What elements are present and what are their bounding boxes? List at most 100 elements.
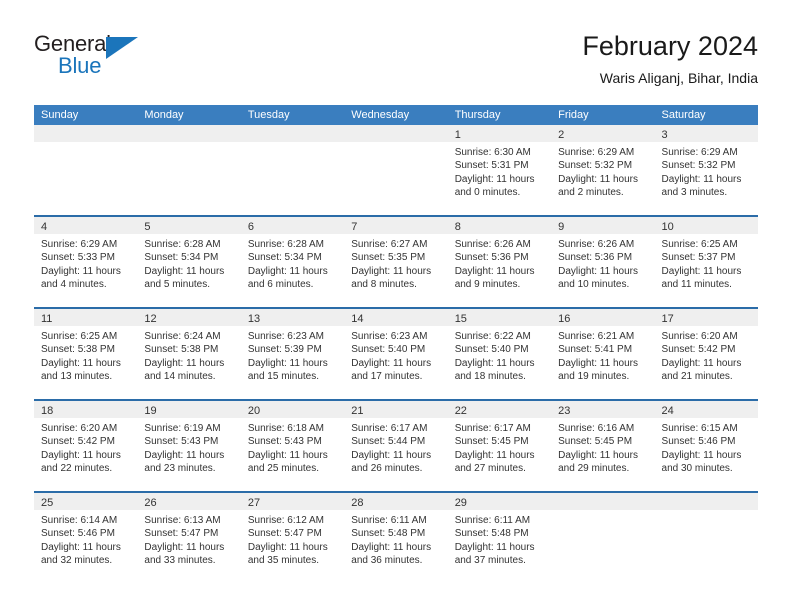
day-cell[interactable]: 28 Sunrise: 6:11 AM Sunset: 5:48 PM Dayl… (344, 493, 448, 583)
daylight-text-line2: and 15 minutes. (247, 371, 320, 383)
day-cell[interactable]: 7 Sunrise: 6:27 AM Sunset: 5:35 PM Dayli… (344, 217, 448, 307)
date-number: 5 (144, 221, 151, 233)
day-cell[interactable]: 14 Sunrise: 6:23 AM Sunset: 5:40 PM Dayl… (344, 309, 448, 399)
day-info (344, 142, 447, 146)
daylight-text-line2: and 17 minutes. (351, 371, 423, 383)
day-cell[interactable] (137, 125, 241, 215)
date-number: 11 (41, 313, 53, 325)
day-cell[interactable]: 9 Sunrise: 6:26 AM Sunset: 5:36 PM Dayli… (551, 217, 655, 307)
day-cell[interactable]: 3 Sunrise: 6:29 AM Sunset: 5:32 PM Dayli… (654, 125, 758, 215)
daylight-text-line1: Daylight: 11 hours (247, 449, 328, 461)
sunset-text: Sunset: 5:38 PM (41, 344, 115, 356)
sunset-text: Sunset: 5:45 PM (558, 436, 633, 448)
day-cell[interactable] (240, 125, 345, 215)
date-number: 14 (351, 313, 364, 325)
day-cell[interactable]: 27 Sunrise: 6:12 AM Sunset: 5:47 PM Dayl… (240, 493, 345, 583)
day-info: Sunrise: 6:17 AM Sunset: 5:45 PM Dayligh… (448, 418, 551, 476)
date-number: 7 (351, 221, 358, 233)
day-cell[interactable]: 24 Sunrise: 6:15 AM Sunset: 5:46 PM Dayl… (654, 401, 758, 491)
daylight-text-line2: and 21 minutes. (661, 371, 733, 383)
day-cell[interactable] (344, 125, 448, 215)
day-info: Sunrise: 6:22 AM Sunset: 5:40 PM Dayligh… (448, 326, 551, 384)
date-strip (551, 493, 655, 510)
sunrise-text: Sunrise: 6:20 AM (661, 331, 738, 342)
day-cell[interactable]: 11 Sunrise: 6:25 AM Sunset: 5:38 PM Dayl… (34, 309, 138, 399)
date-strip (344, 125, 448, 142)
general-blue-logo[interactable]: General Blue (34, 32, 144, 84)
date-strip: 28 (344, 493, 448, 510)
daylight-text-line1: Daylight: 11 hours (351, 449, 432, 461)
sunrise-text: Sunrise: 6:13 AM (144, 515, 221, 526)
date-number: 12 (144, 313, 157, 325)
daylight-text-line2: and 3 minutes. (661, 187, 728, 199)
day-info: Sunrise: 6:28 AM Sunset: 5:34 PM Dayligh… (241, 234, 344, 292)
date-strip (137, 125, 241, 142)
day-cell[interactable]: 22 Sunrise: 6:17 AM Sunset: 5:45 PM Dayl… (447, 401, 552, 491)
day-cell[interactable] (34, 125, 138, 215)
day-cell[interactable]: 20 Sunrise: 6:18 AM Sunset: 5:43 PM Dayl… (240, 401, 345, 491)
day-cell[interactable]: 1 Sunrise: 6:30 AM Sunset: 5:31 PM Dayli… (447, 125, 552, 215)
day-cell[interactable]: 26 Sunrise: 6:13 AM Sunset: 5:47 PM Dayl… (137, 493, 241, 583)
date-strip: 29 (447, 493, 552, 510)
sunset-text: Sunset: 5:33 PM (41, 252, 115, 264)
day-cell[interactable]: 8 Sunrise: 6:26 AM Sunset: 5:36 PM Dayli… (447, 217, 552, 307)
daylight-text-line1: Daylight: 11 hours (144, 449, 225, 461)
daylight-text-line2: and 14 minutes. (144, 371, 216, 383)
sunset-text: Sunset: 5:43 PM (247, 436, 322, 448)
date-strip: 15 (447, 309, 552, 326)
day-cell[interactable] (551, 493, 655, 583)
page-title: February 2024 (582, 31, 758, 61)
day-cell[interactable]: 13 Sunrise: 6:23 AM Sunset: 5:39 PM Dayl… (240, 309, 345, 399)
date-number: 26 (144, 497, 157, 509)
date-strip (240, 125, 345, 142)
sunrise-text: Sunrise: 6:23 AM (247, 331, 324, 342)
weekday-wednesday: Wednesday (351, 109, 410, 121)
daylight-text-line1: Daylight: 11 hours (661, 265, 742, 277)
weekday-saturday: Saturday (661, 109, 706, 121)
sunset-text: Sunset: 5:46 PM (661, 436, 736, 448)
day-cell[interactable]: 12 Sunrise: 6:24 AM Sunset: 5:38 PM Dayl… (137, 309, 241, 399)
day-info: Sunrise: 6:26 AM Sunset: 5:36 PM Dayligh… (448, 234, 551, 292)
day-cell[interactable]: 29 Sunrise: 6:11 AM Sunset: 5:48 PM Dayl… (447, 493, 552, 583)
day-cell[interactable]: 21 Sunrise: 6:17 AM Sunset: 5:44 PM Dayl… (344, 401, 448, 491)
day-info: Sunrise: 6:29 AM Sunset: 5:32 PM Dayligh… (655, 142, 758, 200)
day-info: Sunrise: 6:26 AM Sunset: 5:36 PM Dayligh… (551, 234, 654, 292)
sunset-text: Sunset: 5:31 PM (454, 160, 529, 172)
day-cell[interactable] (654, 493, 758, 583)
day-info: Sunrise: 6:29 AM Sunset: 5:33 PM Dayligh… (34, 234, 137, 292)
weekday-thursday: Thursday (454, 109, 501, 121)
day-cell[interactable]: 23 Sunrise: 6:16 AM Sunset: 5:45 PM Dayl… (551, 401, 655, 491)
date-strip: 12 (137, 309, 241, 326)
date-number: 17 (661, 313, 674, 325)
daylight-text-line1: Daylight: 11 hours (454, 449, 535, 461)
day-cell[interactable]: 17 Sunrise: 6:20 AM Sunset: 5:42 PM Dayl… (654, 309, 758, 399)
day-cell[interactable]: 10 Sunrise: 6:25 AM Sunset: 5:37 PM Dayl… (654, 217, 758, 307)
day-cell[interactable]: 4 Sunrise: 6:29 AM Sunset: 5:33 PM Dayli… (34, 217, 138, 307)
day-cell[interactable]: 25 Sunrise: 6:14 AM Sunset: 5:46 PM Dayl… (34, 493, 138, 583)
date-number: 15 (454, 313, 467, 325)
sunset-text: Sunset: 5:42 PM (661, 344, 736, 356)
sunrise-text: Sunrise: 6:29 AM (41, 239, 118, 250)
daylight-text-line2: and 27 minutes. (454, 463, 526, 475)
date-strip: 5 (137, 217, 241, 234)
day-cell[interactable]: 18 Sunrise: 6:20 AM Sunset: 5:42 PM Dayl… (34, 401, 138, 491)
calendar-page: General Blue February 2024 Waris Aliganj… (0, 0, 792, 612)
day-info: Sunrise: 6:15 AM Sunset: 5:46 PM Dayligh… (655, 418, 758, 476)
day-cell[interactable]: 15 Sunrise: 6:22 AM Sunset: 5:40 PM Dayl… (447, 309, 552, 399)
day-cell[interactable]: 2 Sunrise: 6:29 AM Sunset: 5:32 PM Dayli… (551, 125, 655, 215)
sunrise-text: Sunrise: 6:28 AM (247, 239, 324, 250)
date-number: 29 (454, 497, 467, 509)
day-cell[interactable]: 5 Sunrise: 6:28 AM Sunset: 5:34 PM Dayli… (137, 217, 241, 307)
day-info: Sunrise: 6:14 AM Sunset: 5:46 PM Dayligh… (34, 510, 137, 568)
sunset-text: Sunset: 5:34 PM (144, 252, 219, 264)
daylight-text-line2: and 5 minutes. (144, 279, 211, 291)
date-strip: 26 (137, 493, 241, 510)
date-number: 19 (144, 405, 157, 417)
daylight-text-line1: Daylight: 11 hours (247, 265, 328, 277)
day-cell[interactable]: 19 Sunrise: 6:19 AM Sunset: 5:43 PM Dayl… (137, 401, 241, 491)
day-cell[interactable]: 16 Sunrise: 6:21 AM Sunset: 5:41 PM Dayl… (551, 309, 655, 399)
date-strip: 21 (344, 401, 448, 418)
date-number: 4 (41, 221, 48, 233)
day-cell[interactable]: 6 Sunrise: 6:28 AM Sunset: 5:34 PM Dayli… (240, 217, 345, 307)
day-info: Sunrise: 6:28 AM Sunset: 5:34 PM Dayligh… (137, 234, 240, 292)
